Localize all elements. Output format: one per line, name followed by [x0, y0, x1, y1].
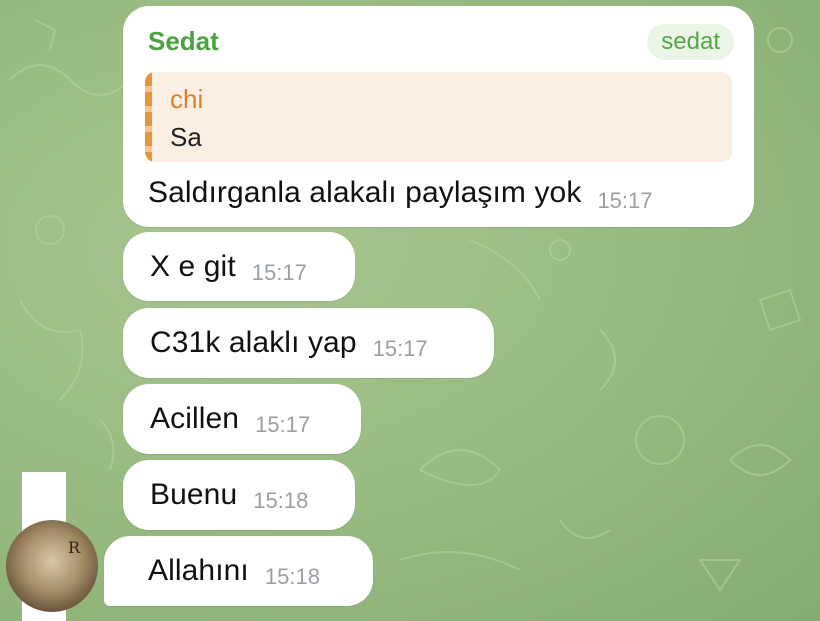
message-bubble[interactable]: C31k alaklı yap 15:17: [123, 308, 494, 378]
message-text: Acillen: [150, 402, 240, 435]
reply-text: Sa: [170, 122, 202, 152]
message-bubble-with-reply[interactable]: Sedat sedat chi Sa Saldırganla alakalı p…: [123, 6, 754, 227]
sender-avatar[interactable]: R: [6, 520, 98, 612]
message-text: Allahını: [148, 554, 249, 587]
message-time: 15:17: [251, 259, 307, 285]
message-text: Saldırganla alakalı paylaşım yok: [148, 176, 582, 209]
message-time: 15:17: [372, 336, 428, 361]
reply-accent-bar: [145, 72, 152, 162]
message-time: 15:17: [255, 412, 311, 437]
reply-quote[interactable]: chi Sa: [145, 72, 732, 162]
message-time: 15:18: [253, 488, 309, 513]
message-text: X e git: [150, 249, 236, 283]
sender-name[interactable]: Sedat: [148, 26, 219, 57]
reply-author: chi: [170, 84, 204, 114]
message-bubble[interactable]: Acillen 15:17: [123, 384, 361, 454]
message-text: C31k alaklı yap: [150, 326, 357, 359]
avatar-text: R: [68, 538, 81, 557]
sender-tag-badge: sedat: [647, 24, 734, 60]
message-text: Buenu: [150, 478, 238, 511]
message-bubble[interactable]: Allahını 15:18: [104, 536, 373, 606]
message-time: 15:17: [597, 188, 653, 213]
message-bubble[interactable]: Buenu 15:18: [123, 460, 355, 530]
message-time: 15:18: [264, 564, 320, 589]
message-bubble[interactable]: X e git 15:17: [123, 232, 355, 301]
